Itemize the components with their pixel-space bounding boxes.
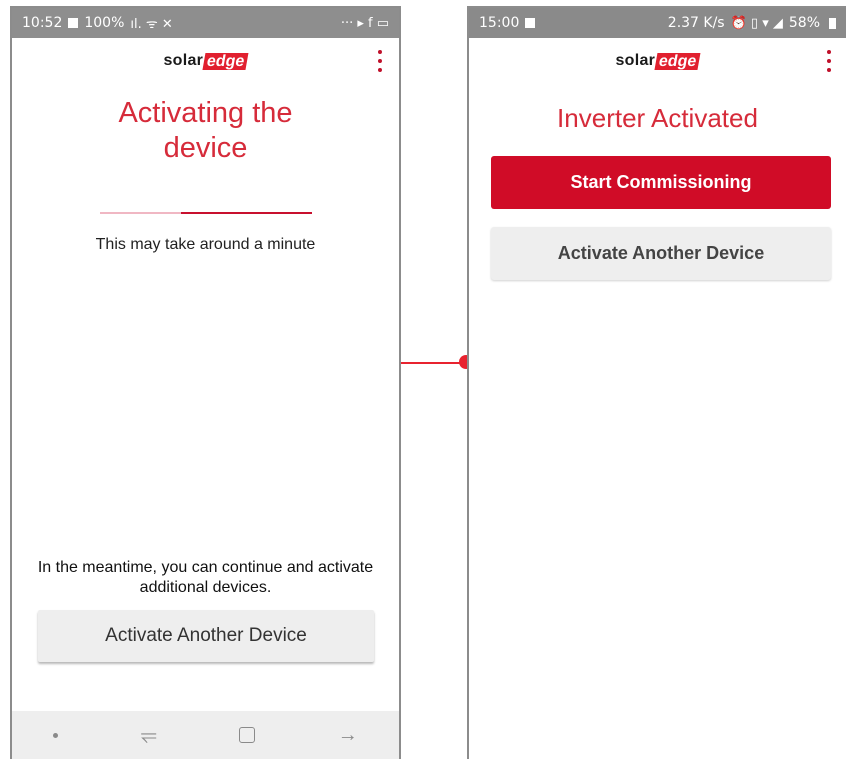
app-bar: solar edge [469, 38, 846, 84]
wait-message: This may take around a minute [95, 236, 316, 253]
logo-edge-text: edge [654, 52, 702, 70]
overflow-menu-icon[interactable] [377, 50, 383, 72]
activate-another-device-button[interactable]: Activate Another Device [38, 610, 374, 662]
meantime-message: In the meantime, you can continue and ac… [37, 559, 374, 596]
logo-edge-text: edge [202, 52, 250, 70]
signal-icons: ıl. ᯤ ✕ [130, 17, 173, 32]
nav-dot-icon [53, 732, 59, 738]
status-time: 10:52 [22, 15, 63, 31]
status-icons: ⏰ ▯ ▾ ◢ [730, 15, 783, 31]
page-title: Inverter Activated [557, 103, 758, 133]
battery-icon [829, 17, 836, 29]
battery-percent: 100% [84, 15, 125, 31]
solaredge-logo: solar edge [615, 52, 702, 70]
android-nav-bar: ⥫ → [12, 711, 399, 759]
status-bar: 15:00 2.37 K/s ⏰ ▯ ▾ ◢ 58% [469, 8, 846, 38]
status-time: 15:00 [479, 15, 520, 31]
page-title: Activating the device [118, 97, 293, 164]
battery-percent: 58% [788, 15, 820, 31]
activate-another-device-button[interactable]: Activate Another Device [491, 227, 831, 280]
status-bar: 10:52 100% ıl. ᯤ ✕ ··· ▸ f ▭ [12, 8, 399, 38]
right-phone-screen: 15:00 2.37 K/s ⏰ ▯ ▾ ◢ 58% solar edge Inv… [467, 6, 846, 759]
overflow-menu-icon[interactable] [826, 50, 832, 72]
left-phone-screen: 10:52 100% ıl. ᯤ ✕ ··· ▸ f ▭ solar edge A… [10, 6, 401, 759]
image-notification-icon [525, 18, 536, 28]
back-icon[interactable]: → [338, 725, 358, 745]
home-icon[interactable] [239, 727, 256, 743]
start-commissioning-button[interactable]: Start Commissioning [491, 156, 831, 209]
recent-apps-icon[interactable]: ⥫ [141, 725, 157, 745]
activation-progress-bar [100, 212, 312, 214]
network-speed: 2.37 K/s [667, 15, 725, 31]
notification-icons: ··· ▸ f ▭ [340, 15, 389, 31]
logo-solar-text: solar [163, 52, 204, 69]
logo-solar-text: solar [615, 52, 656, 69]
connector-line [401, 362, 467, 364]
progress-fill [180, 212, 312, 214]
app-bar: solar edge [12, 38, 399, 84]
solaredge-logo: solar edge [163, 52, 250, 70]
notification-icon [68, 18, 79, 28]
